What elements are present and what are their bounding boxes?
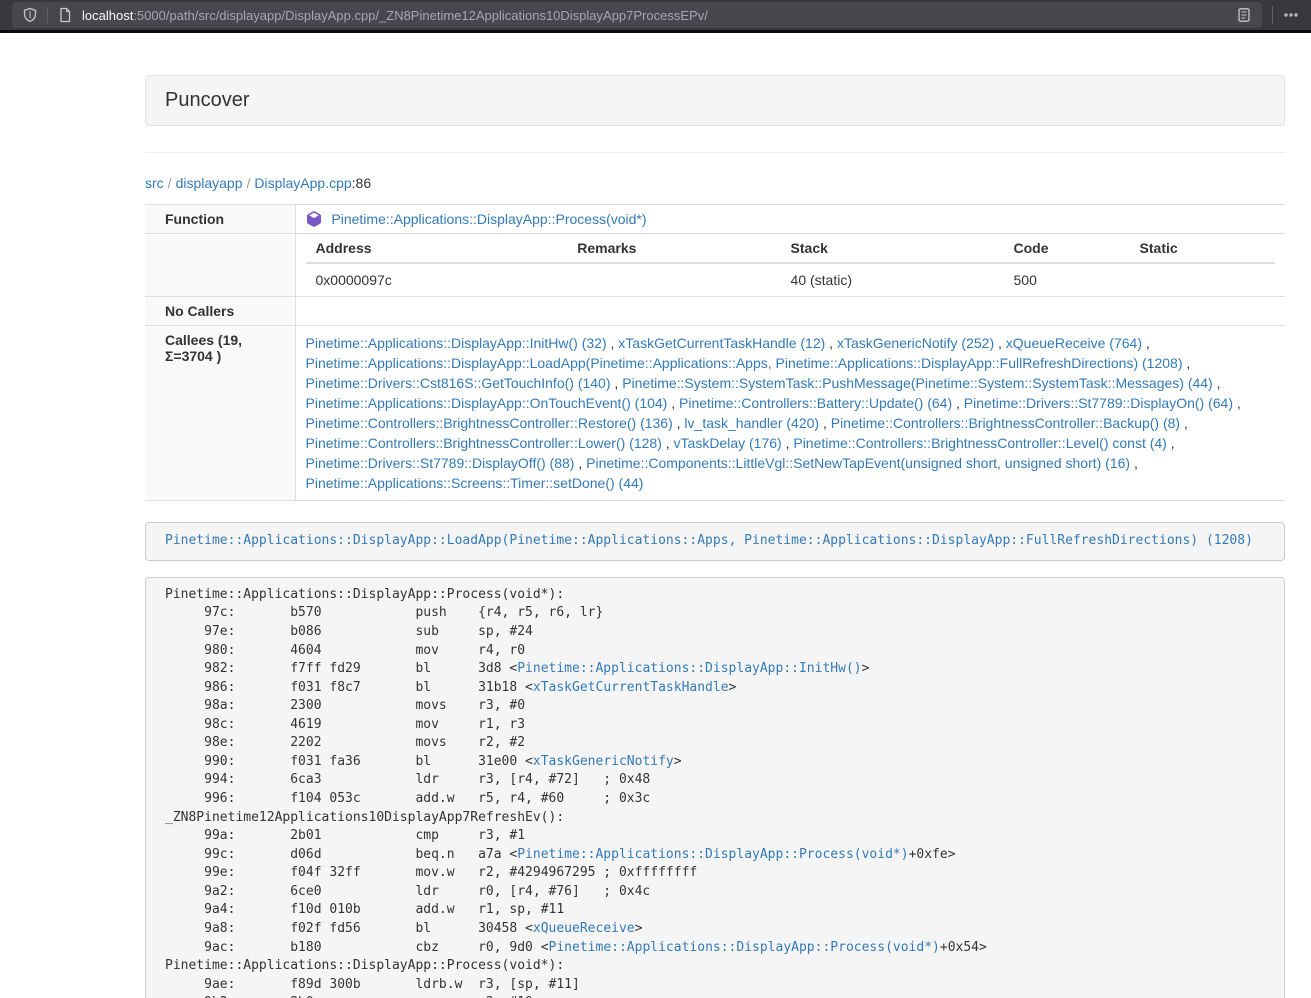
static-value bbox=[1130, 263, 1275, 296]
no-callers-row: No Callers bbox=[145, 297, 1285, 326]
callees-list: Pinetime::Applications::DisplayApp::Init… bbox=[295, 326, 1285, 501]
code-symbol-link[interactable]: xTaskGenericNotify bbox=[533, 754, 674, 769]
callee-link[interactable]: xTaskGetCurrentTaskHandle (12) bbox=[618, 335, 825, 351]
code-symbol-link[interactable]: xTaskGetCurrentTaskHandle bbox=[533, 680, 729, 695]
callee-link[interactable]: Pinetime::Controllers::BrightnessControl… bbox=[793, 435, 1166, 451]
callee-link[interactable]: Pinetime::Components::LittleVgl::SetNewT… bbox=[586, 455, 1130, 471]
table-row: 0x0000097c 40 (static) 500 bbox=[306, 263, 1276, 296]
callee-link[interactable]: Pinetime::Controllers::BrightnessControl… bbox=[306, 435, 662, 451]
breadcrumb-separator: / bbox=[168, 175, 172, 191]
toolbar-separator bbox=[47, 7, 48, 23]
code-symbol-link[interactable]: Pinetime::Applications::DisplayApp::Proc… bbox=[549, 940, 940, 955]
callee-link[interactable]: xTaskGenericNotify (252) bbox=[837, 335, 994, 351]
callee-link[interactable]: Pinetime::Drivers::St7789::DisplayOff() … bbox=[306, 455, 575, 471]
remarks-value bbox=[567, 263, 780, 296]
selected-callee-box: Pinetime::Applications::DisplayApp::Load… bbox=[145, 522, 1285, 561]
column-header-static: Static bbox=[1130, 234, 1275, 263]
callee-link[interactable]: Pinetime::Drivers::Cst816S::GetTouchInfo… bbox=[306, 375, 611, 391]
stack-value: 40 (static) bbox=[781, 263, 1004, 296]
column-header-address: Address bbox=[306, 234, 568, 263]
package-icon bbox=[306, 211, 332, 227]
callee-link[interactable]: Pinetime::Controllers::BrightnessControl… bbox=[306, 415, 673, 431]
disassembly-block: Pinetime::Applications::DisplayApp::Proc… bbox=[145, 577, 1285, 998]
empty-row-label bbox=[145, 234, 295, 297]
app-title-panel: Puncover bbox=[145, 75, 1285, 126]
callee-link[interactable]: Pinetime::Applications::DisplayApp::Load… bbox=[306, 355, 1183, 371]
loadapp-symbol-link[interactable]: Pinetime::Applications::DisplayApp::Load… bbox=[165, 533, 1253, 548]
url-bar[interactable]: localhost:5000/path/src/displayapp/Displ… bbox=[12, 2, 1262, 28]
breadcrumb-separator: / bbox=[247, 175, 251, 191]
function-stats-row: Address Remarks Stack Code Static 0x0000… bbox=[145, 234, 1285, 297]
url-host: localhost bbox=[82, 8, 133, 23]
callee-link[interactable]: Pinetime::Controllers::BrightnessControl… bbox=[831, 415, 1180, 431]
page-body: Puncover src/displayapp/DisplayApp.cpp:8… bbox=[0, 33, 1311, 998]
code-size-value: 500 bbox=[1004, 263, 1130, 296]
callees-label: Callees (19, Σ=3704 ) bbox=[145, 326, 295, 501]
column-header-stack: Stack bbox=[781, 234, 1004, 263]
reader-view-icon[interactable] bbox=[1236, 7, 1252, 23]
breadcrumb-link-displayapp[interactable]: displayapp bbox=[176, 175, 243, 191]
callee-link[interactable]: Pinetime::System::SystemTask::PushMessag… bbox=[622, 375, 1213, 391]
callee-link[interactable]: Pinetime::Controllers::Battery::Update()… bbox=[679, 395, 952, 411]
callee-link[interactable]: Pinetime::Applications::DisplayApp::OnTo… bbox=[306, 395, 668, 411]
breadcrumb-link-src[interactable]: src bbox=[145, 175, 164, 191]
toolbar-separator bbox=[1272, 6, 1273, 24]
code-symbol-link[interactable]: Pinetime::Applications::DisplayApp::Init… bbox=[517, 661, 861, 676]
breadcrumb-link-file[interactable]: DisplayApp.cpp bbox=[254, 175, 351, 191]
callee-link[interactable]: Pinetime::Applications::Screens::Timer::… bbox=[306, 475, 644, 491]
breadcrumb: src/displayapp/DisplayApp.cpp:86 bbox=[145, 175, 1285, 191]
function-name-link[interactable]: Pinetime::Applications::DisplayApp::Proc… bbox=[331, 211, 646, 227]
url-path: :5000/path/src/displayapp/DisplayApp.cpp… bbox=[133, 8, 708, 23]
column-header-code: Code bbox=[1004, 234, 1130, 263]
callee-link[interactable]: Pinetime::Drivers::St7789::DisplayOn() (… bbox=[964, 395, 1233, 411]
no-callers-label: No Callers bbox=[145, 297, 295, 326]
code-symbol-link[interactable]: xQueueReceive bbox=[533, 921, 635, 936]
app-title: Puncover bbox=[165, 89, 250, 111]
function-info-table: Function Pinetime::Applications::Display… bbox=[145, 204, 1285, 501]
column-header-remarks: Remarks bbox=[567, 234, 780, 263]
url-text: localhost:5000/path/src/displayapp/Displ… bbox=[82, 8, 1236, 23]
breadcrumb-line-number: :86 bbox=[352, 175, 371, 191]
callees-row: Callees (19, Σ=3704 ) Pinetime::Applicat… bbox=[145, 326, 1285, 501]
shield-icon[interactable] bbox=[22, 7, 38, 23]
callee-link[interactable]: lv_task_handler (420) bbox=[684, 415, 819, 431]
address-value: 0x0000097c bbox=[306, 263, 568, 296]
function-row-label: Function bbox=[145, 205, 295, 234]
callee-link[interactable]: Pinetime::Applications::DisplayApp::Init… bbox=[306, 335, 607, 351]
overflow-menu-icon[interactable] bbox=[1283, 7, 1299, 23]
page-icon[interactable] bbox=[57, 7, 73, 23]
callee-link[interactable]: vTaskDelay (176) bbox=[674, 435, 782, 451]
divider bbox=[145, 152, 1285, 153]
function-row: Function Pinetime::Applications::Display… bbox=[145, 205, 1285, 234]
browser-toolbar: localhost:5000/path/src/displayapp/Displ… bbox=[0, 0, 1311, 33]
callee-link[interactable]: xQueueReceive (764) bbox=[1006, 335, 1142, 351]
code-symbol-link[interactable]: Pinetime::Applications::DisplayApp::Proc… bbox=[517, 847, 908, 862]
function-stats-table: Address Remarks Stack Code Static 0x0000… bbox=[306, 234, 1276, 296]
